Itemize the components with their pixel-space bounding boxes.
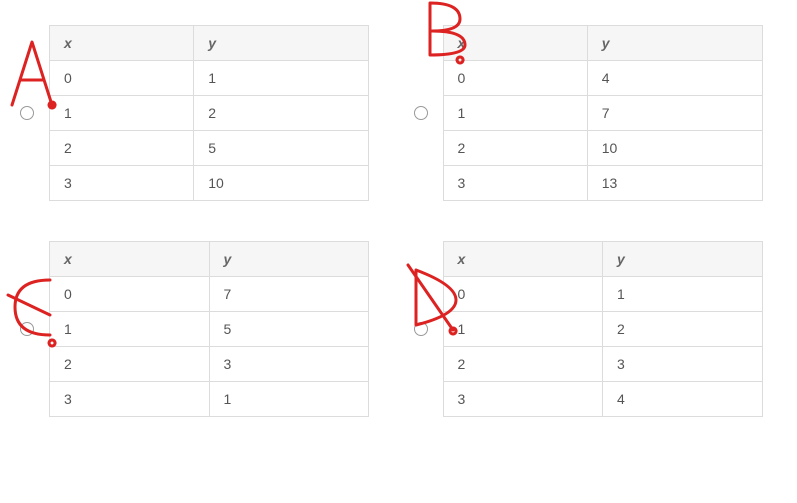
radio-d[interactable] [414, 322, 428, 336]
col-x: x [50, 26, 194, 61]
col-y: y [209, 242, 369, 277]
table-row: 17 [443, 96, 762, 131]
option-a[interactable]: x y 01 12 25 310 [20, 25, 384, 201]
col-x: x [443, 26, 587, 61]
col-y: y [603, 242, 763, 277]
option-b[interactable]: x y 04 17 210 313 [414, 25, 778, 201]
table-row: 23 [50, 347, 369, 382]
radio-b[interactable] [414, 106, 428, 120]
table-row: 25 [50, 131, 369, 166]
option-c[interactable]: x y 07 15 23 31 [20, 241, 384, 417]
table-row: 34 [443, 382, 762, 417]
table-row: 310 [50, 166, 369, 201]
table-row: 04 [443, 61, 762, 96]
option-d[interactable]: x y 01 12 23 34 [414, 241, 778, 417]
table-a: x y 01 12 25 310 [49, 25, 369, 201]
table-row: 01 [443, 277, 762, 312]
table-d: x y 01 12 23 34 [443, 241, 763, 417]
col-y: y [587, 26, 762, 61]
table-row: 23 [443, 347, 762, 382]
table-c: x y 07 15 23 31 [49, 241, 369, 417]
table-row: 12 [50, 96, 369, 131]
table-b: x y 04 17 210 313 [443, 25, 763, 201]
table-row: 210 [443, 131, 762, 166]
table-row: 01 [50, 61, 369, 96]
table-row: 12 [443, 312, 762, 347]
col-x: x [443, 242, 603, 277]
table-row: 15 [50, 312, 369, 347]
col-y: y [194, 26, 369, 61]
col-x: x [50, 242, 210, 277]
radio-a[interactable] [20, 106, 34, 120]
radio-c[interactable] [20, 322, 34, 336]
table-row: 07 [50, 277, 369, 312]
table-row: 313 [443, 166, 762, 201]
table-row: 31 [50, 382, 369, 417]
